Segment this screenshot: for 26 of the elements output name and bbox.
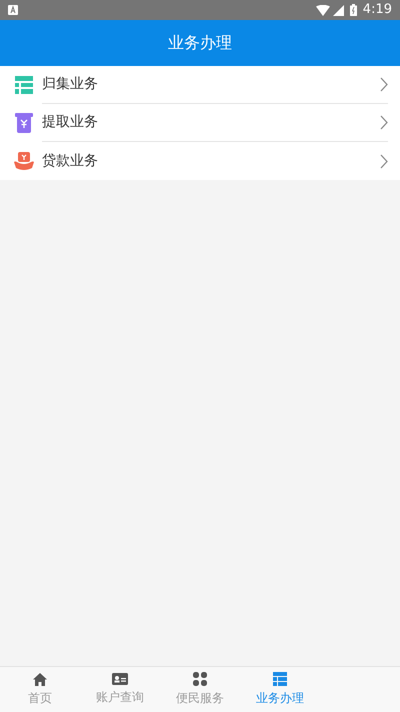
menu-item[interactable]: 提取业务 — [0, 104, 400, 142]
grid-icon — [193, 672, 207, 686]
menu-item-label: 贷款业务 — [42, 152, 99, 170]
chevron-right-icon — [380, 115, 388, 130]
chevron-right-icon — [380, 154, 388, 168]
wifi-icon — [316, 4, 330, 16]
notification-icon — [8, 5, 18, 15]
nav-tab[interactable]: 便民服务 — [160, 667, 240, 712]
nav-tab[interactable]: 账户查询 — [80, 667, 160, 712]
menu-item-label: 归集业务 — [42, 75, 99, 94]
list-icon — [273, 672, 287, 686]
header-title: 业务办理 — [168, 32, 232, 54]
id-card-icon — [112, 673, 128, 685]
clock: 4:19 — [362, 1, 392, 20]
menu-item-label: 提取业务 — [42, 113, 99, 132]
hand-coin-icon — [14, 152, 34, 170]
home-icon — [33, 672, 47, 686]
cash-machine-icon — [15, 113, 33, 133]
nav-tab[interactable]: 业务办理 — [240, 667, 320, 712]
menu-item[interactable]: 贷款业务 — [0, 142, 400, 180]
battery-icon — [350, 4, 357, 16]
chevron-right-icon — [380, 77, 388, 92]
table-icon — [15, 76, 33, 94]
nav-tab[interactable]: 首页 — [0, 667, 80, 712]
menu-item[interactable]: 归集业务 — [0, 66, 400, 104]
signal-icon — [332, 4, 344, 16]
